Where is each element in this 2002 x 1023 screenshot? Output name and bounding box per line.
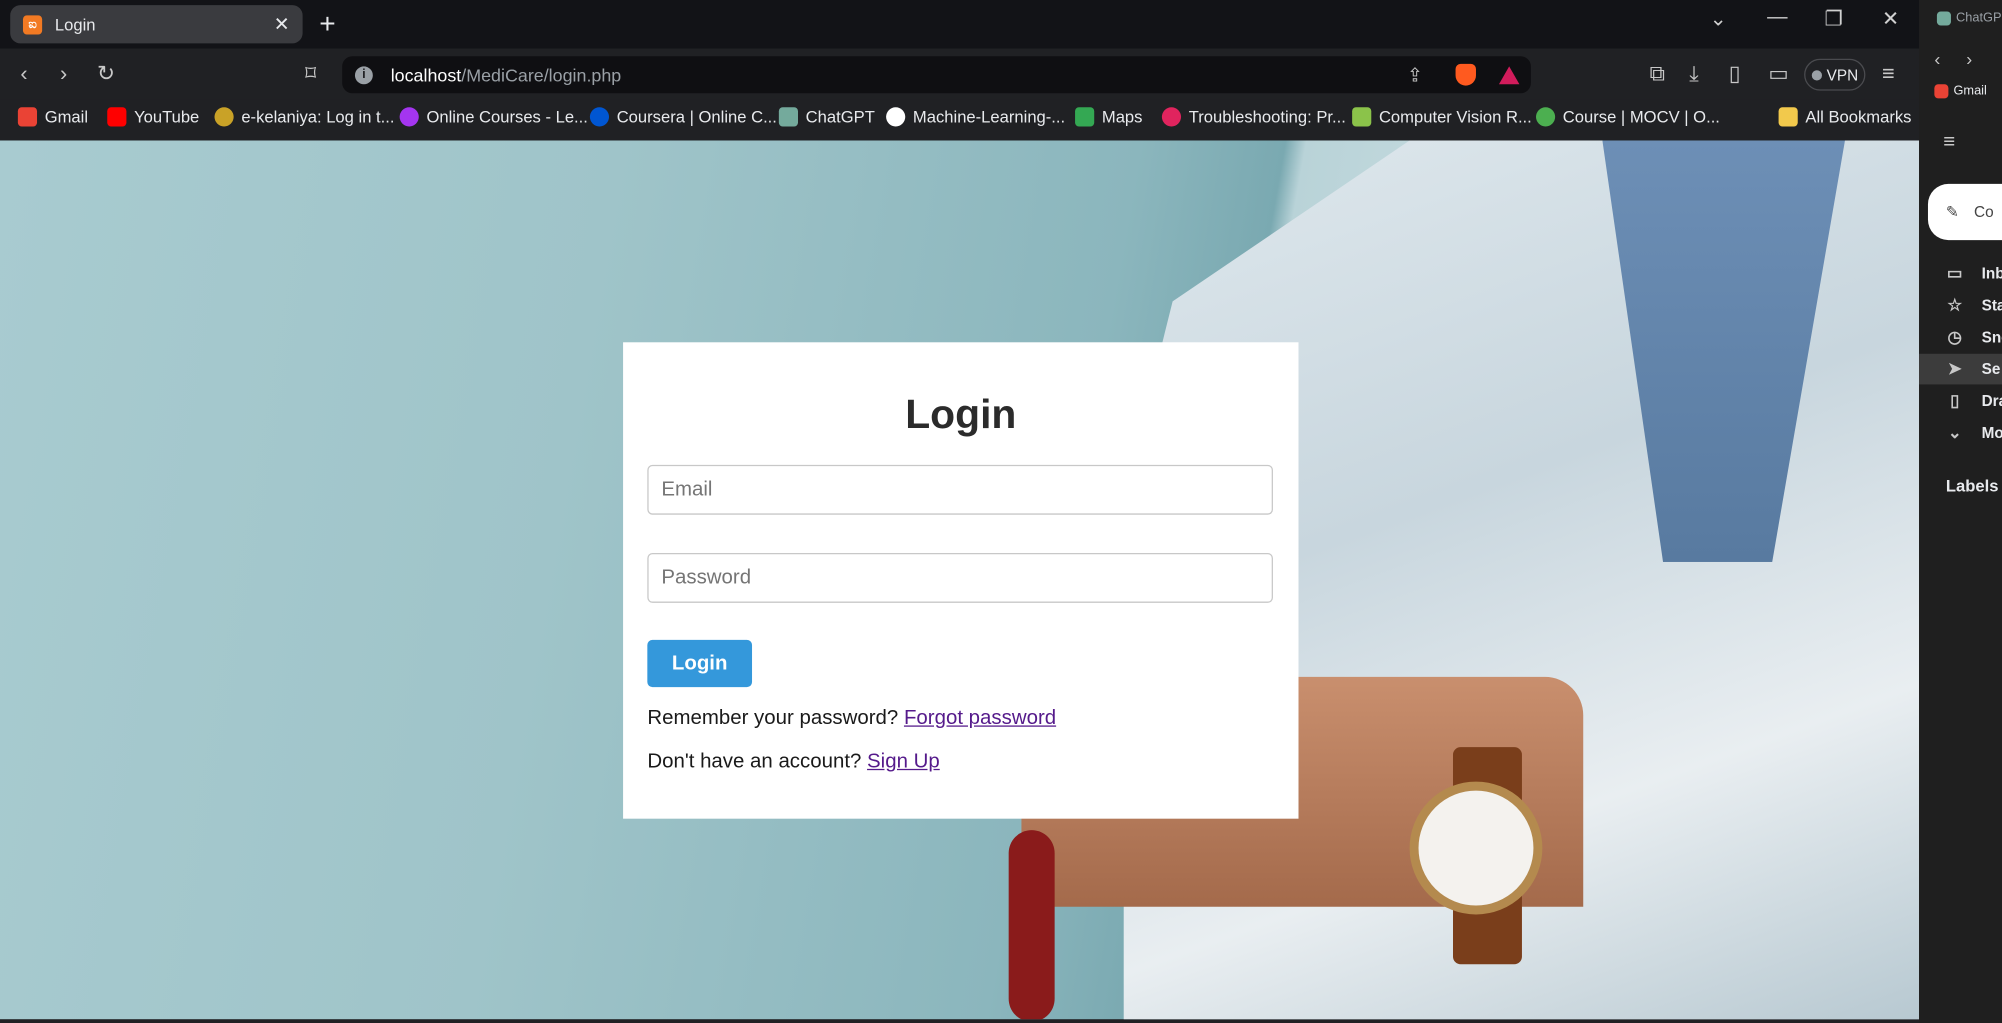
chatgpt-icon	[1936, 11, 1951, 26]
title-bar: ಐ Login ✕ + ⌄ — ❐ ✕	[0, 0, 1920, 49]
nav-starred[interactable]: ☆Sta	[1946, 295, 2002, 315]
vpn-status-icon	[1811, 69, 1822, 80]
vpn-label: VPN	[1826, 65, 1859, 84]
bookmark-maps[interactable]: Maps	[1075, 107, 1142, 127]
bookmark-youtube[interactable]: YouTube	[107, 107, 199, 127]
side-tab-chatgpt[interactable]: ChatGP	[1936, 11, 2001, 26]
nav-sent[interactable]: ➤ Se	[1946, 359, 2001, 379]
extensions-icon[interactable]: ⧉	[1650, 61, 1666, 87]
login-title: Login	[905, 390, 1017, 437]
file-icon: ▯	[1950, 390, 1960, 410]
url-host: localhost	[390, 64, 462, 85]
signup-line: Don't have an account? Sign Up	[647, 751, 939, 774]
inbox-icon: ▭	[1946, 263, 1963, 283]
share-icon[interactable]: ⇪	[1407, 64, 1423, 87]
forward-icon[interactable]: ›	[60, 61, 67, 87]
address-bar[interactable]: i localhost /MediCare/login.php	[342, 56, 1531, 94]
signup-link[interactable]: Sign Up	[867, 751, 940, 773]
bookmark-udemy[interactable]: Online Courses - Le...	[399, 107, 588, 127]
bookmark-mocv[interactable]: Course | MOCV | O...	[1535, 107, 1720, 127]
wallet-icon[interactable]: ▭	[1768, 61, 1789, 87]
close-icon[interactable]: ✕	[274, 13, 290, 36]
pencil-icon: ✎	[1945, 203, 1959, 221]
coursera-icon	[589, 107, 610, 127]
github-icon	[886, 107, 906, 127]
new-tab-button[interactable]: +	[319, 8, 335, 41]
compose-button[interactable]: ✎ Co	[1927, 183, 2002, 241]
tab-login[interactable]: ಐ Login ✕	[10, 5, 303, 44]
nav-more[interactable]: ⌄ Mo	[1946, 423, 2002, 443]
nav-inbox[interactable]: ▭Inb	[1946, 263, 2002, 283]
bookmark-ekelaniya[interactable]: e-kelaniya: Log in t...	[214, 107, 394, 127]
bookmark-icon[interactable]: ⌑	[305, 61, 316, 87]
info-icon[interactable]: i	[354, 65, 373, 84]
bookmark-computer-vision[interactable]: Computer Vision R...	[1352, 107, 1532, 127]
folder-icon	[1778, 107, 1798, 127]
chatgpt-icon	[778, 107, 798, 127]
hamburger-menu-icon[interactable]: ≡	[1943, 132, 1955, 155]
restore-button[interactable]: ❐	[1825, 6, 1843, 32]
chevron-down-icon: ⌄	[1947, 422, 1962, 442]
star-icon: ☆	[1947, 295, 1963, 315]
labels-heading: Labels	[1945, 476, 1999, 496]
bookmark-coursera[interactable]: Coursera | Online C...	[589, 107, 777, 127]
password-field[interactable]	[647, 553, 1273, 603]
bookmark-troubleshooting[interactable]: Troubleshooting: Pr...	[1161, 107, 1346, 127]
menu-icon[interactable]: ≡	[1882, 61, 1895, 87]
bookmark-chatgpt[interactable]: ChatGPT	[778, 107, 875, 127]
side-forward-icon[interactable]: ›	[1966, 49, 1972, 69]
mocv-icon	[1535, 107, 1556, 127]
back-icon[interactable]: ‹	[20, 61, 27, 87]
close-window-button[interactable]: ✕	[1882, 6, 1899, 32]
watch-image	[1409, 781, 1543, 915]
brave-rewards-icon[interactable]	[1498, 66, 1520, 85]
udemy-icon	[399, 107, 419, 127]
forgot-password-link[interactable]: Forgot password	[904, 708, 1056, 730]
download-icon[interactable]: ⤓	[1689, 61, 1699, 87]
cv-icon	[1352, 107, 1372, 127]
minimize-button[interactable]: —	[1767, 6, 1787, 29]
no-account-text: Don't have an account?	[647, 750, 862, 773]
login-button[interactable]: Login	[647, 639, 753, 688]
stethoscope-image	[1008, 830, 1055, 1020]
bookmark-github[interactable]: Machine-Learning-...	[886, 107, 1065, 127]
nav-snoozed[interactable]: ◷Sno	[1946, 327, 2002, 347]
vpn-button[interactable]: VPN	[1804, 58, 1866, 91]
reload-icon[interactable]: ↻	[97, 61, 115, 87]
side-window	[1919, 0, 2002, 1023]
all-bookmarks-button[interactable]: All Bookmarks	[1778, 107, 1911, 127]
forgot-password-line: Remember your password? Forgot password	[647, 708, 1056, 731]
nav-drafts[interactable]: ▯Dra	[1946, 391, 2002, 411]
brave-shields-icon[interactable]	[1455, 63, 1476, 86]
tab-title: Login	[54, 14, 96, 34]
tab-search-icon[interactable]: ⌄	[1710, 6, 1727, 32]
side-back-icon[interactable]: ‹	[1934, 49, 1940, 69]
maps-icon	[1075, 107, 1095, 127]
gmail-icon	[1934, 84, 1949, 99]
kelaniya-icon	[214, 107, 234, 127]
gmail-icon	[17, 107, 38, 127]
side-bookmark-gmail[interactable]: Gmail	[1934, 84, 1987, 99]
youtube-icon	[107, 107, 127, 127]
xampp-icon: ಐ	[22, 14, 43, 34]
bookmark-gmail[interactable]: Gmail	[17, 107, 88, 127]
send-icon: ➤	[1947, 358, 1962, 379]
url-path: /MediCare/login.php	[461, 64, 622, 85]
sidebar-icon[interactable]: ▯	[1729, 61, 1741, 87]
email-field[interactable]	[647, 464, 1273, 515]
clock-icon: ◷	[1947, 326, 1963, 347]
troubleshoot-icon	[1161, 107, 1182, 127]
remember-text: Remember your password?	[647, 707, 899, 730]
